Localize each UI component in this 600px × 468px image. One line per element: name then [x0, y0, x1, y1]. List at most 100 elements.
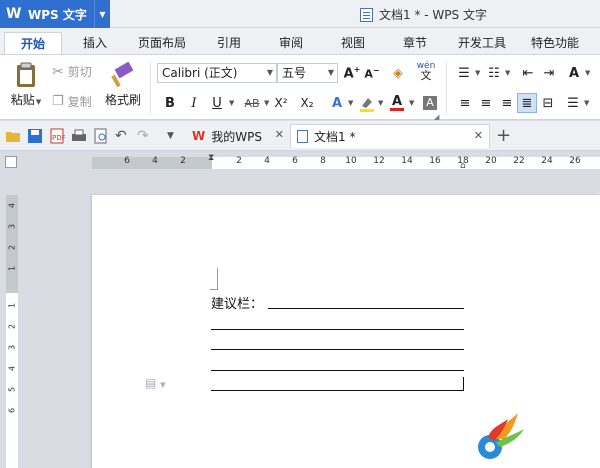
ruler-label: 2	[180, 156, 186, 166]
align-left-button[interactable]: ≡	[455, 93, 475, 113]
ribbon-panel: 粘贴▼ ✂ 剪切 ❐ 复制 格式刷 Calibri (正文) ▼ 五号 ▼ A+…	[0, 54, 600, 121]
paragraph-layout-icon[interactable]: ▤ ▼	[145, 376, 166, 390]
open-folder-icon[interactable]	[5, 128, 21, 144]
tab-developer[interactable]: 开发工具	[452, 32, 512, 54]
font-name-select[interactable]: Calibri (正文) ▼	[157, 63, 277, 83]
tab-my-wps[interactable]: W 我的WPS ✕	[186, 124, 290, 148]
justify-button[interactable]: ≣	[517, 93, 537, 113]
chevron-down-icon[interactable]: ▼	[409, 99, 414, 107]
chevron-down-icon[interactable]: ▼	[229, 99, 234, 107]
font-color-letter: A	[391, 93, 403, 109]
chevron-down-icon[interactable]: ▼	[475, 69, 480, 77]
chevron-down-icon[interactable]: ▼	[167, 128, 183, 144]
paste-button[interactable]: 粘贴▼	[8, 61, 44, 117]
chevron-down-icon: ▼	[327, 68, 334, 77]
undo-icon[interactable]: ↶	[115, 128, 131, 144]
font-size-select[interactable]: 五号 ▼	[277, 63, 338, 83]
distributed-button[interactable]: ⊟	[538, 93, 558, 113]
indent-marker-icon[interactable]: ⧗	[208, 153, 214, 163]
grow-font-button[interactable]: A+	[342, 63, 362, 83]
close-icon[interactable]: ✕	[275, 128, 284, 141]
underline-blank[interactable]	[268, 308, 464, 309]
ruler-label: 26	[569, 156, 581, 166]
text-direction-button[interactable]: A	[564, 63, 584, 83]
font-color-button[interactable]: A	[387, 93, 407, 113]
tab-home[interactable]: 开始	[4, 32, 62, 54]
pinyin-guide-button[interactable]: wén 文	[412, 61, 440, 82]
document-icon	[360, 7, 373, 22]
tab-page-layout[interactable]: 页面布局	[134, 32, 190, 54]
chevron-down-icon[interactable]: ▼	[264, 99, 269, 107]
window-title-text: 文档1 * - WPS 文字	[379, 8, 487, 22]
app-name: WPS 文字	[28, 7, 87, 22]
copy-label: 复制	[67, 95, 92, 109]
highlighter-icon	[360, 98, 374, 112]
underline-blank[interactable]	[211, 329, 464, 330]
tab-view[interactable]: 视图	[334, 32, 372, 54]
grow-font-icon: A+	[343, 64, 361, 82]
redo-icon[interactable]: ↷	[137, 128, 153, 144]
underline-blank[interactable]	[211, 390, 464, 391]
shrink-font-button[interactable]: A−	[362, 63, 382, 83]
close-icon[interactable]: ✕	[474, 129, 483, 142]
character-shading-button[interactable]: A	[420, 93, 440, 113]
right-indent-marker-icon[interactable]: ⌂	[460, 161, 466, 171]
pdf-export-icon[interactable]: PDF	[49, 128, 65, 144]
dialog-launcher-icon[interactable]: ◢	[434, 113, 439, 121]
tab-special-features[interactable]: 特色功能	[524, 32, 586, 54]
new-tab-button[interactable]: +	[496, 125, 511, 146]
clear-format-button[interactable]: ◈	[388, 63, 408, 83]
chevron-down-icon[interactable]: ▼	[378, 99, 383, 107]
bold-button[interactable]: B	[160, 93, 180, 113]
chevron-down-icon[interactable]: ▼	[505, 69, 510, 77]
align-right-button[interactable]: ≡	[497, 93, 517, 113]
chevron-down-icon[interactable]: ▼	[585, 69, 590, 77]
underline-blank[interactable]	[211, 349, 464, 350]
ruler-label: 4	[7, 202, 17, 209]
tab-section[interactable]: 章节	[396, 32, 434, 54]
cut-button[interactable]: ✂ 剪切	[52, 63, 92, 80]
print-icon[interactable]	[71, 128, 87, 144]
wps-app-menu-button[interactable]: W WPS 文字 ▼	[0, 0, 110, 28]
decrease-indent-button[interactable]: ⇤	[518, 63, 538, 83]
increase-indent-button[interactable]: ⇥	[539, 63, 559, 83]
chevron-down-icon[interactable]: ▼	[584, 99, 589, 107]
chevron-down-icon[interactable]: ▼	[348, 99, 353, 107]
ruler-label: 5	[7, 386, 17, 393]
italic-button[interactable]: I	[184, 93, 204, 113]
vertical-ruler[interactable]: 4 3 2 1 1 2 3 4 5 6	[6, 195, 18, 468]
chevron-down-icon: ▼	[266, 68, 273, 77]
underline-blank[interactable]	[211, 370, 464, 371]
wps-logo-icon: W	[192, 129, 206, 143]
bullets-button[interactable]: ☰	[454, 63, 474, 83]
highlight-button[interactable]	[357, 93, 377, 113]
ruler-track: 6 4 2 2 4 6 8 10 12 14 16 18 20 22 24 26…	[92, 153, 600, 171]
separator	[446, 61, 447, 115]
print-preview-icon[interactable]	[93, 128, 109, 144]
chevron-down-icon[interactable]: ▼	[94, 0, 110, 28]
subscript-button[interactable]: X₂	[297, 93, 317, 113]
tab-document1[interactable]: 文档1 * ✕	[290, 124, 490, 148]
superscript-button[interactable]: X²	[271, 93, 291, 113]
svg-text:PDF: PDF	[52, 134, 65, 142]
text-effect-button[interactable]: A	[327, 93, 347, 113]
underline-button[interactable]: U	[207, 93, 227, 113]
copy-button[interactable]: ❐ 复制	[52, 93, 92, 110]
font-size-value: 五号	[282, 66, 307, 80]
horizontal-ruler[interactable]: 6 4 2 2 4 6 8 10 12 14 16 18 20 22 24 26…	[0, 151, 600, 173]
title-bar: W WPS 文字 ▼ 文档1 * - WPS 文字	[0, 0, 600, 28]
distributed-icon: ⊟	[542, 95, 554, 111]
align-center-button[interactable]: ≡	[476, 93, 496, 113]
suggestion-field-label: 建议栏：	[211, 297, 264, 312]
line-spacing-button[interactable]: ☰	[563, 93, 583, 113]
strikethrough-button[interactable]: AB	[240, 93, 264, 113]
format-painter-button[interactable]: 格式刷	[104, 61, 142, 117]
align-left-icon: ≡	[459, 95, 471, 111]
ruler-label: 20	[485, 156, 497, 166]
tab-stop-selector[interactable]	[5, 156, 17, 168]
save-icon[interactable]	[27, 128, 43, 144]
tab-references[interactable]: 引用	[210, 32, 248, 54]
tab-review[interactable]: 审阅	[272, 32, 310, 54]
tab-insert[interactable]: 插入	[76, 32, 114, 54]
numbering-button[interactable]: ☷	[484, 63, 504, 83]
